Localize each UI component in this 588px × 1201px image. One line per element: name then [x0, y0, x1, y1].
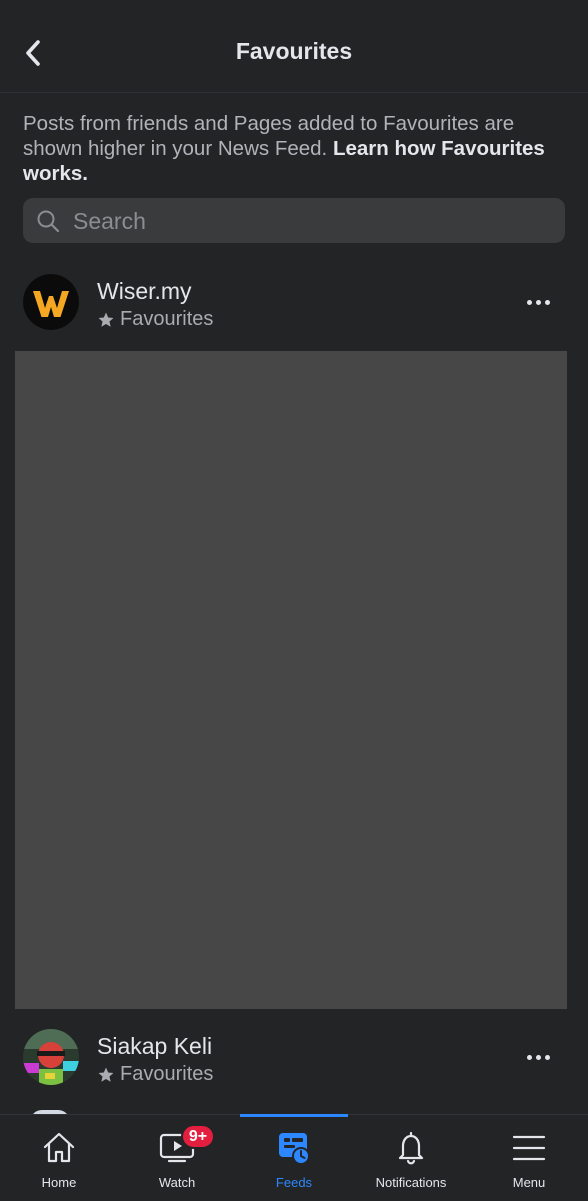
star-icon	[98, 312, 114, 327]
more-dot	[535, 299, 541, 305]
intro-text: Posts from friends and Pages added to Fa…	[23, 111, 573, 186]
tab-watch-label: Watch	[158, 1175, 196, 1190]
star-icon	[98, 1067, 114, 1082]
tab-home-label: Home	[41, 1175, 77, 1190]
favourite-name[interactable]: Wiser.my	[97, 278, 192, 305]
page-title: Favourites	[235, 38, 353, 64]
tab-notifications-label: Notifications	[375, 1175, 447, 1190]
tab-feeds[interactable]: Feeds	[235, 1115, 353, 1201]
search-input[interactable]	[71, 198, 555, 245]
post-media-placeholder[interactable]	[15, 351, 567, 1009]
bell-icon	[398, 1131, 424, 1165]
header-divider	[0, 92, 588, 93]
tab-menu-label: Menu	[512, 1175, 546, 1190]
more-dots-icon	[526, 299, 532, 305]
top-bar: Favourites	[0, 0, 588, 92]
search-bar[interactable]	[23, 198, 565, 245]
favourite-subtitle-text: Favourites	[120, 308, 214, 330]
tab-notifications[interactable]: Notifications	[352, 1115, 470, 1201]
favourite-item[interactable]: Wiser.my Favourites	[0, 274, 588, 354]
avatar[interactable]	[23, 274, 79, 330]
favourite-subtitle: Favourites	[97, 308, 213, 331]
more-dot	[544, 299, 550, 305]
search-icon	[37, 210, 60, 233]
more-dot	[535, 1054, 541, 1060]
tab-watch[interactable]: Watch	[118, 1115, 236, 1201]
bottom-tab-bar: Home Watch 9+ Feeds Notifications Menu	[0, 1114, 588, 1201]
avatar[interactable]	[23, 1029, 79, 1085]
hamburger-menu-icon	[512, 1135, 546, 1161]
tab-feeds-label: Feeds	[275, 1175, 313, 1190]
home-icon	[43, 1132, 75, 1163]
notification-badge: 9+	[181, 1124, 215, 1149]
favourite-subtitle: Favourites	[97, 1063, 213, 1086]
tab-menu[interactable]: Menu	[470, 1115, 588, 1201]
more-options-button[interactable]	[518, 286, 558, 318]
favourite-name[interactable]: Siakap Keli	[97, 1033, 212, 1060]
more-dot	[544, 1054, 550, 1060]
more-options-button[interactable]	[518, 1041, 558, 1073]
favourite-item[interactable]: Siakap Keli Favourites	[0, 1029, 588, 1109]
favourite-subtitle-text: Favourites	[120, 1063, 214, 1085]
more-dots-icon	[526, 1054, 532, 1060]
feeds-icon	[279, 1133, 310, 1165]
siakap-keli-avatar-icon	[23, 1029, 79, 1085]
wiser-logo-icon	[23, 274, 79, 330]
tab-home[interactable]: Home	[0, 1115, 118, 1201]
